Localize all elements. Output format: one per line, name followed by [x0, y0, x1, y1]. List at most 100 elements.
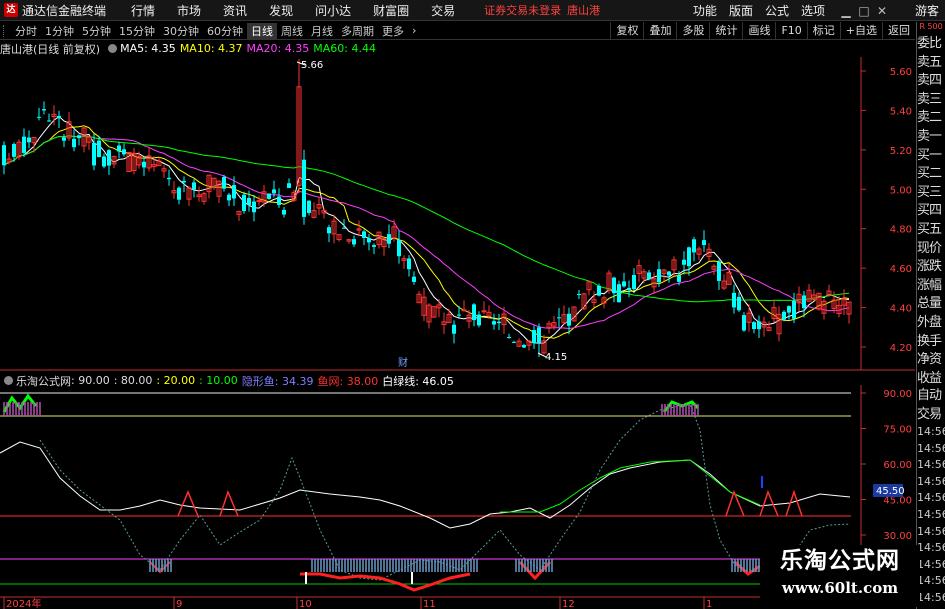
sidebar-row[interactable]: 外盘	[917, 314, 945, 333]
price-tick-label: 4.60	[890, 264, 912, 275]
candle-body-down	[612, 277, 616, 294]
candle-body-down	[167, 177, 171, 180]
time-tick-label: 1	[706, 599, 712, 609]
candle-body-down	[622, 281, 626, 287]
red-bottom-line	[300, 572, 471, 592]
sidebar-row[interactable]: 卖一	[917, 128, 945, 147]
indicator-value-3: : 20.00	[156, 374, 196, 387]
candle-body-down	[267, 193, 271, 199]
low-price-label: 4.15	[545, 352, 567, 363]
indicator-settings-icon[interactable]	[4, 376, 13, 385]
candle-body-down	[282, 209, 286, 215]
tick-time-list: 14:56 14:56 14:56 14:56 14:56 14:56 14:56 14:56…	[917, 424, 945, 607]
time-axis: 2024年 9 10 11 12 1	[3, 597, 712, 609]
candle-body-down	[122, 149, 126, 155]
candle-body-down	[732, 292, 736, 308]
candle-body-down	[12, 144, 16, 157]
candle-body-down	[307, 200, 311, 213]
sidebar-row[interactable]: 卖五	[917, 54, 945, 73]
tick-time: 14:56	[917, 491, 945, 505]
candle-body-down	[737, 296, 741, 311]
candle-body-down	[577, 294, 581, 296]
tick-time: 14:56	[917, 541, 945, 555]
price-tick-label: 5.20	[890, 146, 912, 157]
quote-field-list: 委比 卖五 卖四 卖三 卖二 卖一 买一 买二 买三 买四 买五 现价 涨跌 涨幅 总量 外盘 换手 净资 收益	[917, 35, 945, 388]
quote-sidebar: R 500 委比 卖五 卖四 卖三 卖二 卖一 买一 买二 买三 买四 买五 现价 涨跌 涨幅 总量 外盘 换手…	[916, 22, 945, 609]
candle-body-down	[102, 156, 106, 167]
candle-body-down	[272, 189, 276, 194]
price-tick-label: 4.20	[890, 343, 912, 354]
tick-time: 14:56	[917, 507, 945, 521]
white-line	[0, 441, 851, 529]
high-price-label: 5.66	[301, 60, 323, 71]
candle-body-down	[677, 275, 681, 282]
sidebar-row[interactable]: 卖三	[917, 91, 945, 110]
trade-label[interactable]: 交易	[917, 405, 945, 424]
sidebar-row[interactable]: 卖二	[917, 109, 945, 128]
sidebar-row[interactable]: 委比	[917, 35, 945, 54]
candle-body-down	[477, 314, 481, 326]
candle-body-down	[627, 287, 631, 291]
candle-body-down	[407, 258, 411, 270]
indicator-lines	[0, 393, 851, 592]
sidebar-row[interactable]: 卖四	[917, 72, 945, 91]
sidebar-row[interactable]: 买四	[917, 202, 945, 221]
candle-body-down	[57, 115, 61, 119]
sidebar-row[interactable]: 买三	[917, 184, 945, 203]
candle-body-down	[632, 275, 636, 290]
candle-body-down	[192, 182, 196, 190]
chart-canvas[interactable]: 5.60 5.40 5.20 5.00 4.80 4.60 4.40 4.20 5.66 4.…	[0, 0, 916, 609]
indicator-value-1: : 90.00	[71, 374, 110, 387]
indicator-value-2: : 80.00	[113, 374, 153, 387]
sidebar-row[interactable]: 买五	[917, 221, 945, 240]
candle-body-down	[77, 135, 81, 139]
sidebar-row[interactable]: 涨幅	[917, 277, 945, 296]
indicator-tick-label: 90.00	[883, 389, 912, 400]
candle-body-down	[367, 238, 371, 243]
candle-body-down	[227, 194, 231, 201]
candle-body-down	[457, 314, 461, 316]
candle-body-down	[512, 341, 516, 343]
candle-body-down	[177, 187, 181, 200]
sidebar-row[interactable]: 总量	[917, 295, 945, 314]
candle-body-down	[247, 197, 251, 206]
indicator-tick-label: 45.00	[883, 496, 912, 507]
indicator-histogram	[3, 402, 763, 584]
finance-event-marker[interactable]: 财	[398, 356, 408, 369]
sidebar-row[interactable]: 现价	[917, 240, 945, 259]
top-signal-line	[662, 400, 700, 413]
tick-time: 14:56	[917, 574, 945, 588]
candle-body-down	[782, 311, 786, 320]
candle-body-down	[567, 313, 571, 326]
current-value-text: 45.50	[876, 486, 905, 497]
candle-body-down	[702, 240, 706, 246]
candle-body-down	[597, 285, 601, 296]
time-tick-label: 9	[176, 599, 182, 609]
candle-body-down	[802, 295, 806, 309]
candle-body-down	[302, 159, 306, 217]
price-tick-label: 5.00	[890, 185, 912, 196]
sidebar-row[interactable]: 买二	[917, 165, 945, 184]
tick-time: 14:56	[917, 458, 945, 472]
candle-body-down	[397, 240, 401, 257]
candle-body-down	[472, 304, 476, 321]
watermark-title: 乐淘公式网	[780, 548, 900, 574]
trading-terminal-window: 达 通达信金融终端 行情 市场 资讯 发现 问小达 财富圈 交易 证券交易未登录…	[0, 0, 945, 609]
time-tick-label: 12	[562, 599, 575, 609]
candle-body-down	[452, 324, 456, 334]
sidebar-row[interactable]: 换手	[917, 333, 945, 352]
sidebar-row[interactable]: 涨跌	[917, 258, 945, 277]
candle-body-down	[757, 321, 761, 330]
candle-body-down	[537, 327, 541, 344]
candle-body-down	[522, 345, 526, 348]
price-tick-label: 5.60	[890, 67, 912, 78]
candle-body-down	[412, 276, 416, 282]
sidebar-row[interactable]: 净资	[917, 351, 945, 370]
indicator-value-6: 鱼网: 38.00	[317, 374, 379, 388]
sidebar-row[interactable]: 买一	[917, 147, 945, 166]
auto-label[interactable]: 自动	[917, 386, 945, 405]
candle-body-down	[97, 140, 101, 158]
candle-body-down	[787, 306, 791, 313]
candle-body-down	[557, 317, 561, 319]
candle-body-down	[182, 180, 186, 183]
